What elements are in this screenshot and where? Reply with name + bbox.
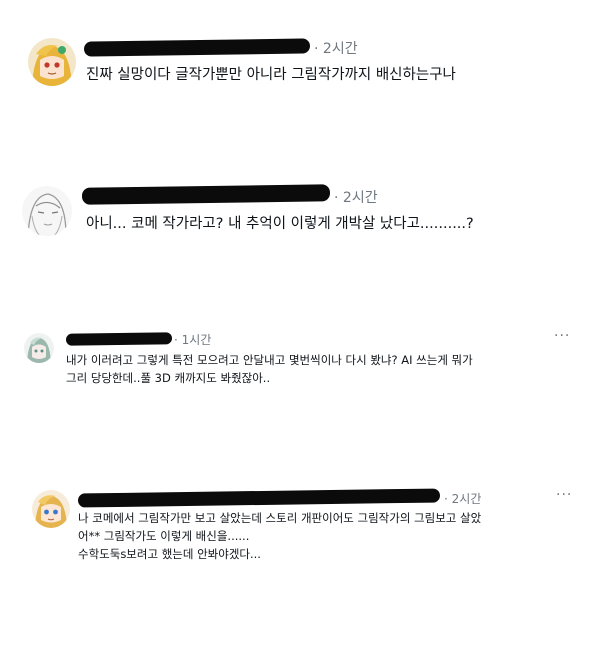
timestamp[interactable]: · 2시간 — [314, 38, 358, 58]
avatar[interactable] — [22, 186, 72, 236]
post-body: 아니... 코메 작가라고? 내 추억이 이렇게 개박살 났다고........… — [86, 213, 474, 235]
more-options-icon[interactable]: ··· — [554, 328, 570, 344]
timestamp[interactable]: · 1시간 — [174, 331, 211, 348]
post-line: 그리 당당한데..풀 3D 캐까지도 봐줬잖아.. — [66, 370, 271, 385]
more-options-icon[interactable]: ··· — [556, 487, 572, 503]
redacted-username — [77, 488, 441, 508]
anime-blonde-avatar-icon — [28, 38, 76, 86]
post-body: 내가 이러려고 그렇게 특전 모으려고 안달내고 몇번씩이나 다시 봤냐? AI… — [66, 352, 473, 388]
post-body: 나 코메에서 그림작가만 보고 살았는데 스토리 개판이어도 그림작가의 그림보… — [78, 510, 481, 563]
post-line: 내가 이러려고 그렇게 특전 모으려고 안달내고 몇번씩이나 다시 봤냐? AI… — [66, 353, 473, 367]
redacted-username — [81, 184, 331, 205]
timestamp[interactable]: · 2시간 — [334, 187, 378, 207]
post-line: 아니... 코메 작가라고? 내 추억이 이렇게 개박살 났다고........… — [86, 216, 474, 232]
timestamp[interactable]: · 2시간 — [444, 490, 481, 507]
avatar[interactable] — [32, 490, 70, 528]
post-line: 수학도둑s보려고 했는데 안봐야겠다... — [78, 546, 261, 561]
redacted-username — [65, 332, 173, 346]
anime-sketch-avatar-icon — [22, 186, 72, 236]
post-line: 어** 그림작가도 이렇게 배신을...... — [78, 528, 250, 543]
redacted-username — [83, 38, 311, 57]
post-line: 나 코메에서 그림작가만 보고 살았는데 스토리 개판이어도 그림작가의 그림보… — [78, 511, 482, 525]
post-line: 진짜 실망이다 글작가뿐만 아니라 그림작가까지 배신하는구나 — [86, 67, 456, 83]
post-body: 진짜 실망이다 글작가뿐만 아니라 그림작가까지 배신하는구나 — [86, 64, 456, 86]
anime-blue-eyes-avatar-icon — [32, 490, 70, 528]
anime-teal-hair-avatar-icon — [24, 333, 54, 363]
avatar[interactable] — [28, 38, 76, 86]
avatar[interactable] — [24, 333, 54, 363]
